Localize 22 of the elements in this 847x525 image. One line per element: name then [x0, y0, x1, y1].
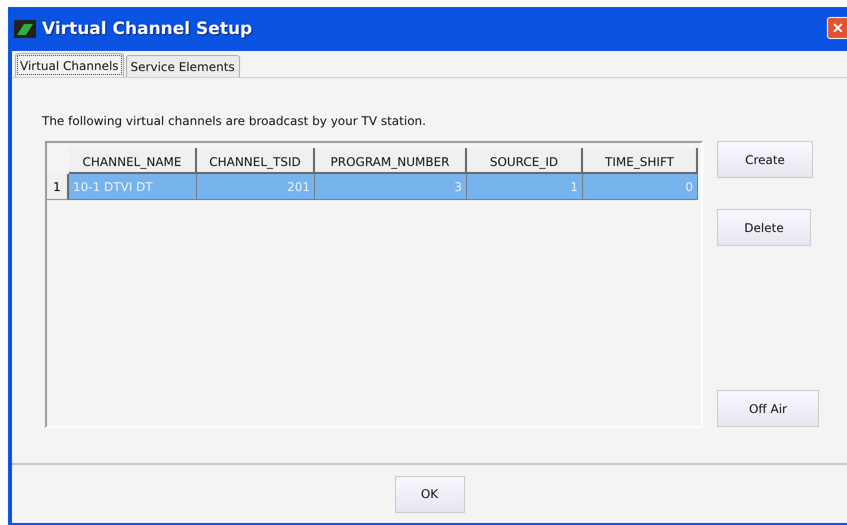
- column-header[interactable]: TIME_SHIFT: [583, 148, 698, 174]
- action-button[interactable]: Off Air: [717, 390, 819, 427]
- row-number: 1: [47, 174, 69, 200]
- window-title: Virtual Channel Setup: [42, 19, 254, 39]
- action-button[interactable]: Delete: [717, 209, 811, 246]
- tab[interactable]: Service Elements: [126, 55, 240, 77]
- description-text: The following virtual channels are broadcast by your TV station.: [42, 114, 427, 128]
- column-header[interactable]: PROGRAM_NUMBER: [315, 148, 467, 174]
- table-cell: 1: [467, 174, 583, 200]
- table-cell: 3: [315, 174, 467, 200]
- action-button[interactable]: Create: [717, 141, 813, 178]
- ok-button[interactable]: OK: [394, 476, 464, 512]
- table-row[interactable]: 1 10-1 DTVI DT 201 3 1 0: [47, 174, 701, 200]
- app-icon: [14, 20, 36, 38]
- column-header[interactable]: CHANNEL_TSID: [197, 148, 315, 174]
- close-button[interactable]: ✕: [827, 17, 847, 39]
- column-header[interactable]: CHANNEL_NAME: [69, 148, 197, 174]
- column-header[interactable]: SOURCE_ID: [467, 148, 583, 174]
- table-cell: 0: [583, 174, 698, 200]
- tab[interactable]: Virtual Channels: [15, 53, 124, 77]
- table-cell: 10-1 DTVI DT: [69, 174, 197, 200]
- table-cell: 201: [197, 174, 315, 200]
